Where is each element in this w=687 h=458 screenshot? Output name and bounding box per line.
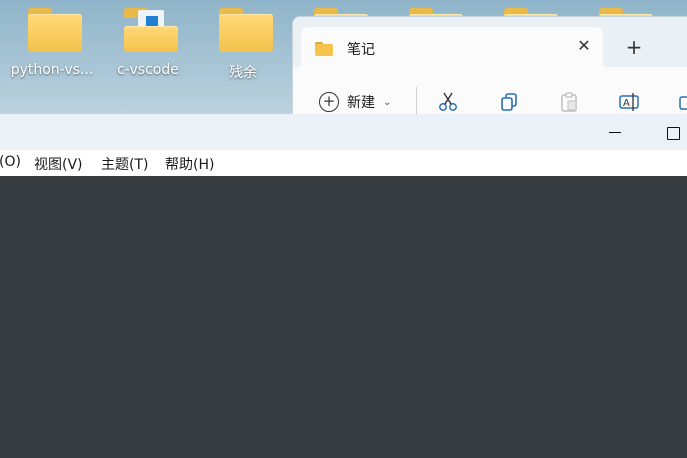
editor-content-area[interactable] [0, 176, 687, 458]
paste-icon[interactable] [558, 91, 580, 113]
desktop-folder-canyu[interactable]: 残余 [197, 4, 289, 88]
close-icon[interactable]: ✕ [573, 35, 595, 57]
svg-text:A: A [623, 98, 630, 109]
desktop-folder-python-vscode[interactable]: python-vs... [6, 4, 98, 88]
folder-icon [219, 8, 273, 52]
menu-view[interactable]: 视图(V) [34, 154, 83, 174]
menu-help[interactable]: 帮助(H) [165, 154, 214, 174]
new-tab-icon[interactable]: + [623, 36, 645, 58]
chevron-down-icon: ⌄ [383, 96, 392, 108]
new-item-label: 新建 [347, 95, 375, 111]
maximize-icon[interactable] [661, 122, 683, 142]
folder-icon [315, 42, 333, 56]
explorer-tab[interactable]: 笔记 ✕ [301, 27, 603, 67]
cut-icon[interactable] [437, 91, 459, 113]
menu-theme[interactable]: 主题(T) [101, 154, 148, 174]
plus-circle-icon: + [319, 92, 339, 112]
rename-icon[interactable]: A [618, 91, 640, 113]
editor-menu-bar: (O) 视图(V) 主题(T) 帮助(H) [0, 150, 687, 176]
desktop-icon-label: python-vs... [10, 62, 94, 78]
folder-with-document-icon [124, 8, 178, 52]
desktop-folder-c-vscode[interactable]: c-vscode [102, 4, 194, 88]
file-explorer-window: 笔记 ✕ + + 新建 ⌄ A [292, 16, 687, 116]
editor-window: (O) 视图(V) 主题(T) 帮助(H) [0, 114, 687, 458]
menu-options[interactable]: (O) [0, 154, 21, 170]
share-icon[interactable] [678, 91, 687, 113]
folder-icon [28, 8, 82, 52]
new-item-button[interactable]: + 新建 ⌄ [319, 91, 391, 113]
copy-icon[interactable] [498, 91, 520, 113]
toolbar-divider [416, 87, 417, 115]
explorer-tab-strip: 笔记 ✕ + [293, 17, 687, 67]
explorer-toolbar: + 新建 ⌄ A [293, 67, 687, 115]
minimize-icon[interactable] [604, 122, 626, 142]
desktop-icon-label: 残余 [229, 65, 257, 81]
desktop-icon-label: c-vscode [117, 62, 179, 78]
editor-title-bar [0, 114, 687, 150]
explorer-tab-title: 笔记 [347, 42, 375, 58]
